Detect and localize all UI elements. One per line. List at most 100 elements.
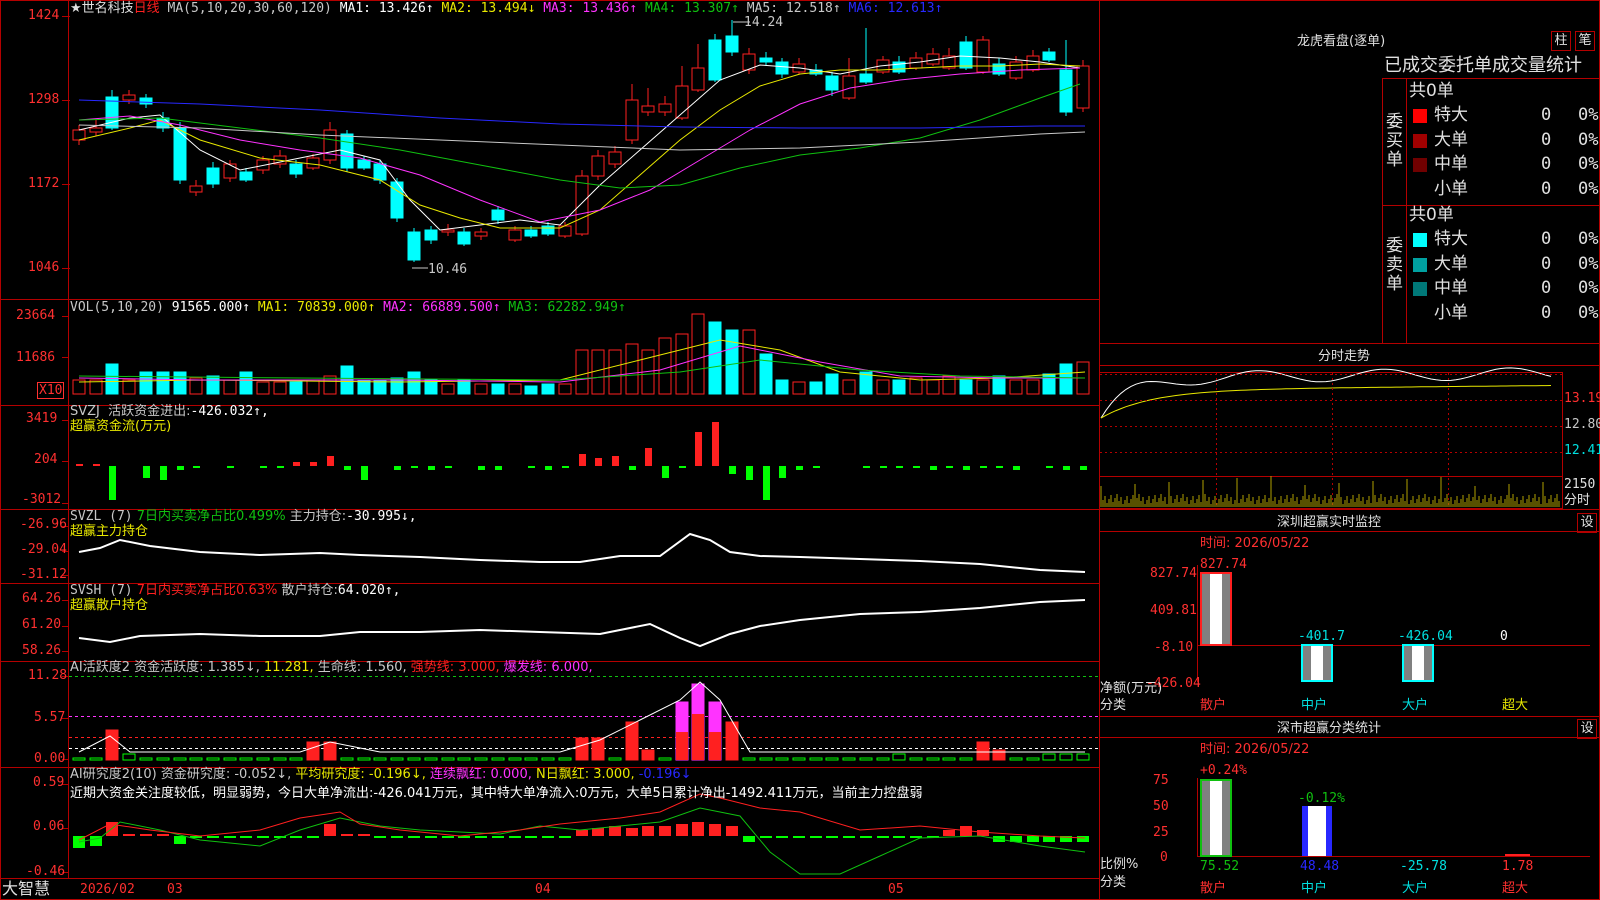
- vol-ma-value-3: 62282.949↑: [547, 300, 626, 315]
- buy-order-count-1: 0: [1541, 105, 1552, 125]
- column-view-button[interactable]: 柱: [1551, 31, 1571, 51]
- ai-research-bar-45: [810, 836, 822, 838]
- svzj-bar-29: [545, 466, 552, 470]
- sz-stats-cat-1: 散户: [1200, 881, 1227, 896]
- sz-stats-top-label-2: -0.12%: [1298, 791, 1345, 806]
- svzj-bar-51: [913, 466, 920, 468]
- ma-label-5: MA5:: [738, 1, 786, 16]
- sz-monitor-cat-1: 散户: [1200, 698, 1227, 713]
- sz-monitor-settings-button[interactable]: 设: [1577, 513, 1597, 533]
- sz-monitor-cat-2: 中户: [1301, 698, 1328, 713]
- ma-value-5: 12.518↑: [785, 1, 841, 16]
- sell-order-name-4: 小单: [1434, 302, 1468, 323]
- ma-label-2: MA2:: [433, 1, 481, 16]
- ai-active-bar-6: [156, 757, 170, 761]
- svzl-line: [78, 532, 1086, 573]
- ai-research-bar-41: [743, 836, 755, 842]
- ai-research-bar-53: [943, 830, 955, 836]
- ai-active-bar-51: [909, 757, 923, 761]
- ai-active-bar-57: [1009, 757, 1023, 761]
- ai-active-item-value-4: 强势线: 3.000,: [406, 660, 500, 675]
- ai-active-bar-11: [239, 757, 253, 761]
- sell-order-pct-2: 0%: [1578, 253, 1599, 274]
- volume-bar-14: [289, 381, 303, 395]
- svzj-bar-55: [980, 466, 987, 468]
- volume-bar-12: [256, 381, 270, 395]
- sz-stats-settings-button[interactable]: 设: [1577, 719, 1597, 739]
- ai-active-bar-28: [524, 757, 538, 761]
- ai-active-bar-31: [575, 737, 589, 761]
- volume-bar-52: [926, 379, 940, 395]
- svzj-subtitle: 超赢资金流(万元): [70, 419, 172, 434]
- ai-research-bar-25: [475, 836, 487, 838]
- ai-active-bar-16: [323, 741, 337, 761]
- ai-research-bar-18: [358, 834, 370, 836]
- kline-header: ★世名科技 日线 MA(5,10,20,30,60,120) MA1: 13.4…: [70, 1, 942, 16]
- ai-research-bar-16: [324, 824, 336, 836]
- volume-bar-57: [1009, 379, 1023, 395]
- ai-active-bar-8: [189, 757, 203, 761]
- candle-body-34: [625, 99, 639, 141]
- volume-bar-28: [524, 385, 538, 395]
- svzj-bar-45: [813, 466, 820, 468]
- ai-research-bar-50: [893, 836, 905, 838]
- ai-active-bar-4: [122, 753, 136, 761]
- svzj-bar-41: [746, 466, 753, 480]
- candle-body-60: [1059, 69, 1073, 113]
- ai-active-item-value-1: 资金活跃度: 1.385↓,: [134, 660, 260, 675]
- svzj-tick-3: -3012: [22, 492, 62, 507]
- svzl-tick-1: -26.96: [20, 517, 67, 532]
- ai-active-bar-5: [139, 757, 153, 761]
- stock-name[interactable]: ★世名科技: [70, 1, 134, 16]
- volume-bar-4: [122, 379, 136, 395]
- ai-active-title: AI活跃度2: [70, 660, 130, 675]
- ai-active-bar-33: [608, 757, 622, 761]
- svzj-bar-32: [595, 458, 602, 466]
- ai-research-tick-1: 0.59: [33, 775, 65, 790]
- svzj-bar-57: [1013, 466, 1020, 470]
- ai-active-bar-47: [842, 757, 856, 761]
- ai-active-bar-54: [959, 757, 973, 761]
- ma-value-6: 12.613↑: [887, 1, 943, 16]
- svzj-bar-36: [662, 466, 669, 478]
- sz-stats-bar-label-2: 48.48: [1300, 859, 1340, 874]
- candle-body-48: [859, 73, 873, 83]
- svzj-bar-59: [1046, 466, 1053, 468]
- volume-bar-23: [441, 383, 455, 395]
- svzj-header: SVZJ 活跃资金进出: -426.032↑, 超赢资金流(万元): [70, 404, 269, 434]
- ai-active-bar-61: [1076, 753, 1090, 761]
- svzj-bar-25: [478, 466, 485, 470]
- svzj-bar-12: [260, 466, 267, 468]
- volume-tick-1: 23664: [16, 308, 56, 323]
- ai-research-bar-38: [692, 822, 704, 836]
- intraday-volume-tick: 2150: [1564, 477, 1596, 492]
- buy-order-swatch-1: [1413, 109, 1427, 123]
- candle-body-20: [390, 181, 404, 219]
- dragon-title: 龙虎看盘(逐单): [1297, 34, 1386, 49]
- ai-research-bar-44: [793, 836, 805, 838]
- volume-bar-58: [1026, 379, 1040, 395]
- date-tick-4: 05: [888, 882, 904, 897]
- sell-order-pct-4: 0%: [1578, 302, 1599, 323]
- svzj-bar-2: [93, 464, 100, 466]
- ai-active-bar-41: [742, 757, 756, 761]
- tick-view-button[interactable]: 笔: [1575, 31, 1595, 51]
- ai-research-bar-23: [442, 836, 454, 838]
- svzj-bar-43: [779, 466, 786, 478]
- ai-research-bar-37: [676, 824, 688, 836]
- volume-unit: X10: [37, 382, 65, 399]
- ai-active-bar-58: [1026, 757, 1040, 761]
- volume-bar-55: [976, 379, 990, 395]
- ai-active-header: AI活跃度2 资金活跃度: 1.385↓, 11.281, 生命线: 1.560…: [70, 660, 593, 675]
- ai-active-bar-44: [792, 757, 806, 761]
- sz-stats-bar-2-left: [1302, 806, 1308, 856]
- sz-stats-top-label-1: +0.24%: [1200, 763, 1247, 778]
- date-tick-1: 2026/02: [80, 882, 135, 897]
- candle-body-16: [323, 129, 337, 161]
- svsh-tick-2: 61.20: [22, 617, 62, 632]
- period-label[interactable]: 日线: [134, 1, 160, 16]
- svzl-label: 主力持仓:: [289, 509, 347, 524]
- svzj-title: SVZJ 活跃资金进出:: [70, 404, 191, 419]
- svzj-bar-50: [896, 466, 903, 468]
- buy-order-name-1: 特大: [1434, 105, 1468, 125]
